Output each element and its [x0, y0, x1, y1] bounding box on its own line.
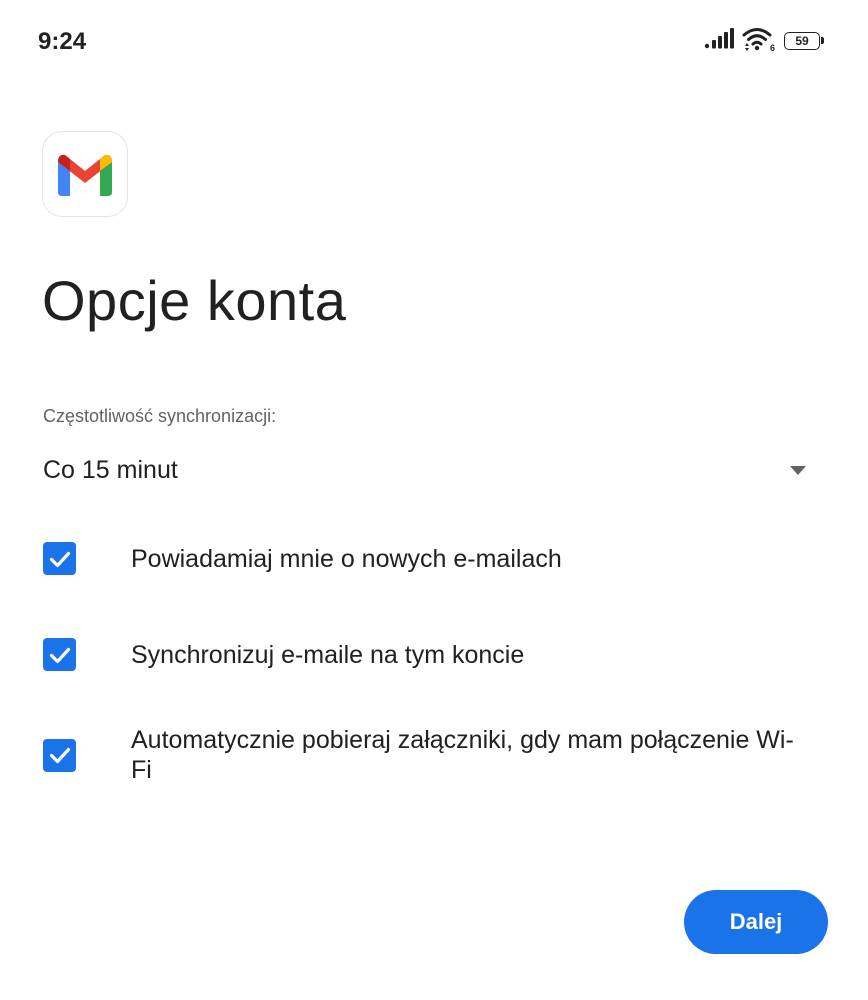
- option-label: Powiadamiaj mnie o nowych e-mailach: [131, 544, 562, 573]
- battery-icon: 59: [784, 32, 824, 50]
- signal-icon: [704, 27, 734, 55]
- wifi-icon: 6: [742, 26, 776, 57]
- dropdown-arrow-icon: [790, 465, 806, 475]
- option-auto-download-attachments[interactable]: Automatycznie pobieraj załączniki, gdy m…: [43, 725, 823, 785]
- checkmark-icon: [49, 551, 70, 567]
- sync-frequency-label: Częstotliwość synchronizacji:: [43, 406, 277, 426]
- status-icons: 6 59: [704, 26, 824, 57]
- status-bar: 9:24 6 59: [0, 0, 868, 84]
- option-sync-emails[interactable]: Synchronizuj e-maile na tym koncie: [43, 638, 823, 671]
- checkbox-auto-download-attachments[interactable]: [43, 738, 76, 772]
- account-options-screen: 9:24 6 59 Opcje konta Częstotliwość sync…: [0, 0, 868, 1000]
- checkmark-icon: [49, 747, 70, 764]
- status-time: 9:24: [38, 28, 87, 55]
- option-label: Synchronizuj e-maile na tym koncie: [131, 640, 525, 669]
- checkbox-notify-new-emails[interactable]: [43, 542, 76, 575]
- option-label: Automatycznie pobieraj załączniki, gdy m…: [131, 726, 794, 784]
- checkmark-icon: [49, 647, 70, 663]
- sync-frequency-dropdown[interactable]: Co 15 minut: [43, 446, 813, 494]
- sync-frequency-value: Co 15 minut: [43, 455, 178, 484]
- gmail-logo-icon: [42, 131, 128, 217]
- svg-text:6: 6: [770, 43, 775, 52]
- battery-level: 59: [795, 34, 809, 48]
- page-title: Opcje konta: [42, 269, 347, 332]
- option-notify-new-emails[interactable]: Powiadamiaj mnie o nowych e-mailach: [43, 542, 823, 575]
- checkbox-sync-emails[interactable]: [43, 638, 76, 671]
- next-button[interactable]: Dalej: [684, 890, 828, 954]
